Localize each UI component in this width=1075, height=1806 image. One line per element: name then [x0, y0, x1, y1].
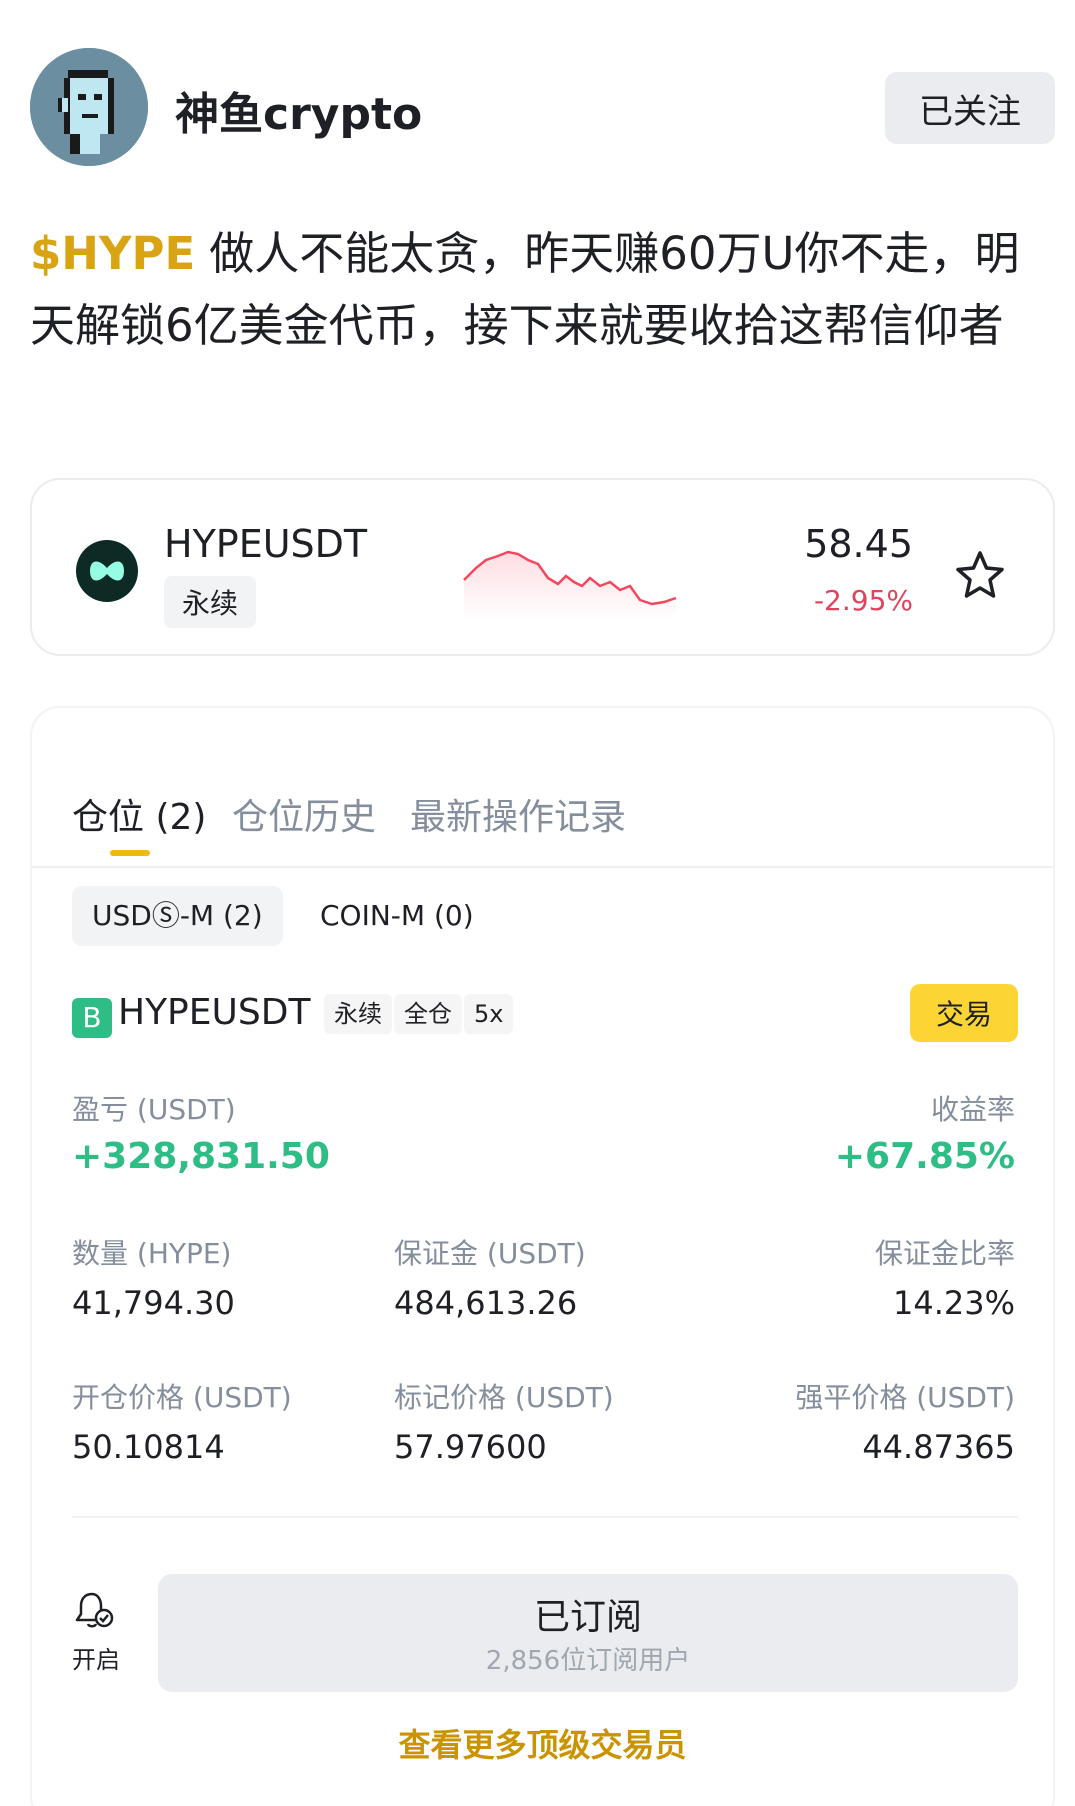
margin-label: 保证金 (USDT)	[394, 1237, 586, 1270]
last-price: 58.45	[804, 522, 913, 566]
tag-leverage: 5x	[464, 994, 514, 1034]
exchange-badge: B	[72, 998, 112, 1038]
liq-price-label: 强平价格 (USDT)	[795, 1381, 1015, 1414]
tag-cross-margin: 全仓	[394, 994, 462, 1034]
margin-value: 484,613.26	[394, 1284, 578, 1322]
qty-value: 41,794.30	[72, 1284, 235, 1322]
subscribed-title: 已订阅	[533, 1597, 642, 1638]
segment-coin-m[interactable]: COIN-M (0)	[300, 886, 494, 946]
bell-check-icon[interactable]	[72, 1588, 116, 1632]
price-sparkline	[463, 550, 677, 620]
tab-position-history[interactable]: 仓位历史	[232, 788, 376, 840]
price-card[interactable]: HYPEUSDT 永续 58.45 -2.95%	[30, 478, 1055, 656]
tab-positions[interactable]: 仓位 (2)	[72, 788, 206, 840]
position-symbol: HYPEUSDT	[118, 992, 311, 1033]
mark-price-label: 标记价格 (USDT)	[394, 1381, 614, 1414]
trade-button[interactable]: 交易	[910, 984, 1018, 1042]
perpetual-tag: 永续	[164, 576, 257, 628]
author-name[interactable]: 神鱼crypto	[175, 78, 422, 142]
pixel-avatar-icon	[30, 48, 148, 166]
active-tab-indicator	[110, 850, 150, 856]
margin-ratio-label: 保证金比率	[874, 1237, 1015, 1270]
tab-latest-operations[interactable]: 最新操作记录	[410, 788, 626, 840]
divider	[72, 1516, 1018, 1518]
roe-value: +67.85%	[834, 1136, 1015, 1177]
notify-label[interactable]: 开启	[72, 1640, 120, 1675]
price-change: -2.95%	[813, 584, 913, 617]
qty-label: 数量 (HYPE)	[72, 1237, 232, 1270]
positions-tabs: 仓位 (2) 仓位历史 最新操作记录	[32, 788, 1053, 868]
mark-price-value: 57.97600	[394, 1428, 547, 1466]
roe-label: 收益率	[930, 1093, 1015, 1126]
subscribed-button[interactable]: 已订阅 2,856位订阅用户	[158, 1574, 1018, 1692]
margin-ratio-value: 14.23%	[892, 1284, 1015, 1322]
price-card-symbol: HYPEUSDT	[164, 522, 368, 566]
positions-card: 仓位 (2) 仓位历史 最新操作记录 USDⓈ-M (2) COIN-M (0)…	[30, 706, 1055, 1806]
view-more-traders-link[interactable]: 查看更多顶级交易员	[32, 1720, 1053, 1766]
subscriber-count: 2,856位订阅用户	[485, 1646, 691, 1676]
follow-button[interactable]: 已关注	[885, 72, 1055, 144]
tag-perpetual: 永续	[324, 994, 392, 1034]
ticker-link[interactable]: $HYPE	[30, 227, 195, 280]
avatar[interactable]	[30, 48, 148, 166]
post-body: $HYPE 做人不能太贪，昨天赚60万U你不走，明天解锁6亿美金代币，接下来就要收…	[30, 218, 1040, 362]
entry-price-label: 开仓价格 (USDT)	[72, 1381, 292, 1414]
entry-price-value: 50.10814	[72, 1428, 225, 1466]
liq-price-value: 44.87365	[862, 1428, 1015, 1466]
hype-coin-icon	[76, 540, 138, 602]
pnl-label: 盈亏 (USDT)	[72, 1093, 236, 1126]
segment-usds-m[interactable]: USDⓈ-M (2)	[72, 886, 283, 946]
pnl-value: +328,831.50	[72, 1136, 330, 1177]
star-icon[interactable]	[952, 548, 1008, 604]
